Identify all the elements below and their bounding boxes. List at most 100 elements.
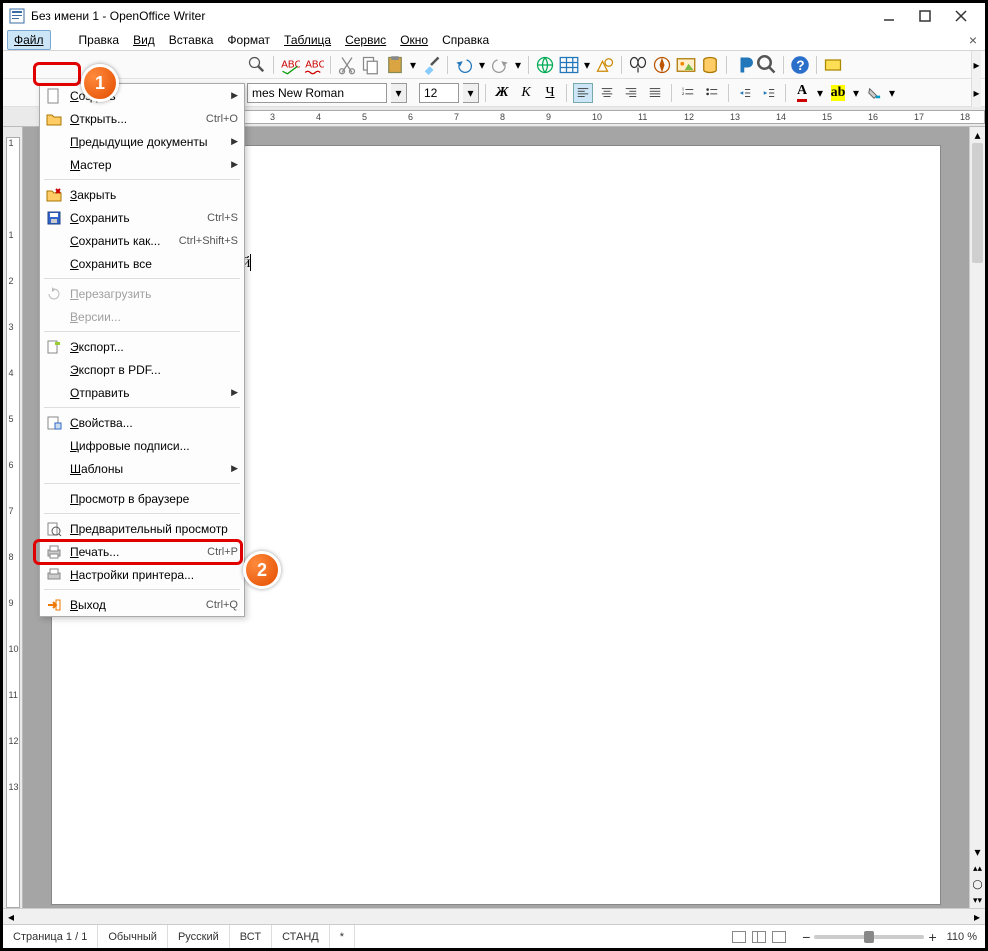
- scroll-up-icon[interactable]: ▴: [970, 127, 985, 143]
- redo-drop-icon[interactable]: ▾: [514, 58, 522, 72]
- find-icon[interactable]: [628, 55, 648, 75]
- decrease-indent-button[interactable]: [735, 83, 755, 103]
- underline-button[interactable]: Ч: [540, 83, 560, 103]
- status-style[interactable]: Обычный: [98, 925, 168, 948]
- file-menu-item-0[interactable]: Создать▶: [40, 84, 244, 107]
- font-name-drop-icon[interactable]: ▾: [391, 83, 407, 103]
- gallery-icon[interactable]: [676, 55, 696, 75]
- vertical-ruler[interactable]: 112345678910111213: [3, 127, 23, 908]
- help-icon[interactable]: ?: [790, 55, 810, 75]
- menu-table[interactable]: Таблица: [278, 31, 337, 49]
- bullet-list-button[interactable]: [702, 83, 722, 103]
- cut-icon[interactable]: [337, 55, 357, 75]
- status-lang[interactable]: Русский: [168, 925, 230, 948]
- file-menu-item-23[interactable]: Предварительный просмотр: [40, 517, 244, 540]
- hyperlink-icon[interactable]: [535, 55, 555, 75]
- menu-insert[interactable]: Вставка: [163, 31, 220, 49]
- bold-button[interactable]: Ж: [492, 83, 512, 103]
- scroll-right-icon[interactable]: ▸: [969, 909, 985, 924]
- scrollbar-thumb[interactable]: [972, 143, 983, 263]
- menu-tools[interactable]: Сервис: [339, 31, 392, 49]
- file-menu-item-1[interactable]: Открыть...Ctrl+O: [40, 107, 244, 130]
- paintbrush-icon[interactable]: [421, 55, 441, 75]
- align-justify-button[interactable]: [645, 83, 665, 103]
- file-menu-item-19[interactable]: Шаблоны▶: [40, 457, 244, 480]
- increase-indent-button[interactable]: [759, 83, 779, 103]
- vertical-scrollbar[interactable]: ▴ ▾ ▴▴ ◯ ▾▾: [969, 127, 985, 908]
- horizontal-scrollbar[interactable]: ◂ ▸: [3, 908, 985, 924]
- copy-icon[interactable]: [361, 55, 381, 75]
- bg-color-button[interactable]: [864, 83, 884, 103]
- file-menu-item-2[interactable]: Предыдущие документы▶: [40, 130, 244, 153]
- format-more-icon[interactable]: ▸: [971, 79, 981, 107]
- file-menu-item-14[interactable]: Экспорт в PDF...: [40, 358, 244, 381]
- nonprinting-icon[interactable]: [733, 55, 753, 75]
- menu-view[interactable]: Вид: [127, 31, 161, 49]
- menu-window[interactable]: Окно: [394, 31, 434, 49]
- align-right-button[interactable]: [621, 83, 641, 103]
- numbered-list-button[interactable]: 12: [678, 83, 698, 103]
- table-icon[interactable]: [559, 55, 579, 75]
- file-menu-item-8[interactable]: Сохранить все: [40, 252, 244, 275]
- menu-file[interactable]: Файл: [7, 30, 51, 50]
- zoom-value[interactable]: 110 %: [947, 931, 977, 943]
- menu-help[interactable]: Справка: [436, 31, 495, 49]
- paste-drop-icon[interactable]: ▾: [409, 58, 417, 72]
- file-menu-item-17[interactable]: Свойства...: [40, 411, 244, 434]
- file-menu-item-13[interactable]: Экспорт...: [40, 335, 244, 358]
- next-page-icon[interactable]: ▾▾: [970, 892, 985, 908]
- table-drop-icon[interactable]: ▾: [583, 58, 591, 72]
- font-size-combo[interactable]: 12: [419, 83, 459, 103]
- font-size-drop-icon[interactable]: ▾: [463, 83, 479, 103]
- status-mode[interactable]: СТАНД: [272, 925, 330, 948]
- close-window-button[interactable]: [943, 5, 979, 27]
- highlight-drop-icon[interactable]: ▾: [852, 86, 860, 100]
- status-insert[interactable]: ВСТ: [230, 925, 272, 948]
- minimize-button[interactable]: [871, 5, 907, 27]
- view-single-icon[interactable]: [732, 931, 746, 943]
- file-menu-item-7[interactable]: Сохранить как...Ctrl+Shift+S: [40, 229, 244, 252]
- italic-button[interactable]: К: [516, 83, 536, 103]
- file-menu-item-6[interactable]: СохранитьCtrl+S: [40, 206, 244, 229]
- file-menu-item-15[interactable]: Отправить▶: [40, 381, 244, 404]
- file-menu-item-24[interactable]: Печать...Ctrl+P: [40, 540, 244, 563]
- file-menu-item-18[interactable]: Цифровые подписи...: [40, 434, 244, 457]
- nav-circle-icon[interactable]: ◯: [970, 876, 985, 892]
- prev-page-icon[interactable]: ▴▴: [970, 860, 985, 876]
- font-color-button[interactable]: A: [792, 83, 812, 103]
- paste-icon[interactable]: [385, 55, 405, 75]
- highlight-button[interactable]: ab: [828, 83, 848, 103]
- view-book-icon[interactable]: [772, 931, 786, 943]
- undo-icon[interactable]: [454, 55, 474, 75]
- menu-format[interactable]: Формат: [221, 31, 276, 49]
- align-center-button[interactable]: [597, 83, 617, 103]
- scroll-down-icon[interactable]: ▾: [970, 844, 985, 860]
- file-menu-item-3[interactable]: Мастер▶: [40, 153, 244, 176]
- bg-color-drop-icon[interactable]: ▾: [888, 86, 896, 100]
- undo-drop-icon[interactable]: ▾: [478, 58, 486, 72]
- zoom-page-icon[interactable]: [247, 55, 267, 75]
- file-menu-item-21[interactable]: Просмотр в браузере: [40, 487, 244, 510]
- zoom-icon[interactable]: [757, 55, 777, 75]
- toolbar-more-icon[interactable]: ▸: [971, 51, 981, 79]
- maximize-button[interactable]: [907, 5, 943, 27]
- spellcheck-icon[interactable]: ABC: [280, 55, 300, 75]
- font-name-combo[interactable]: mes New Roman: [247, 83, 387, 103]
- datasource-icon[interactable]: [700, 55, 720, 75]
- zoom-out-button[interactable]: −: [802, 929, 810, 945]
- font-color-drop-icon[interactable]: ▾: [816, 86, 824, 100]
- file-menu-item-25[interactable]: Настройки принтера...: [40, 563, 244, 586]
- file-menu-item-27[interactable]: ВыходCtrl+Q: [40, 593, 244, 616]
- redo-icon[interactable]: [490, 55, 510, 75]
- show-draw-icon[interactable]: [595, 55, 615, 75]
- autospell-icon[interactable]: ABC: [304, 55, 324, 75]
- view-multi-icon[interactable]: [752, 931, 766, 943]
- menu-edit[interactable]: Правка: [73, 31, 126, 49]
- align-left-button[interactable]: [573, 83, 593, 103]
- navigator-icon[interactable]: [652, 55, 672, 75]
- extra-icon[interactable]: [823, 55, 843, 75]
- zoom-in-button[interactable]: +: [928, 929, 936, 945]
- zoom-slider[interactable]: [814, 935, 924, 939]
- close-document-button[interactable]: ×: [965, 32, 981, 48]
- file-menu-item-5[interactable]: Закрыть: [40, 183, 244, 206]
